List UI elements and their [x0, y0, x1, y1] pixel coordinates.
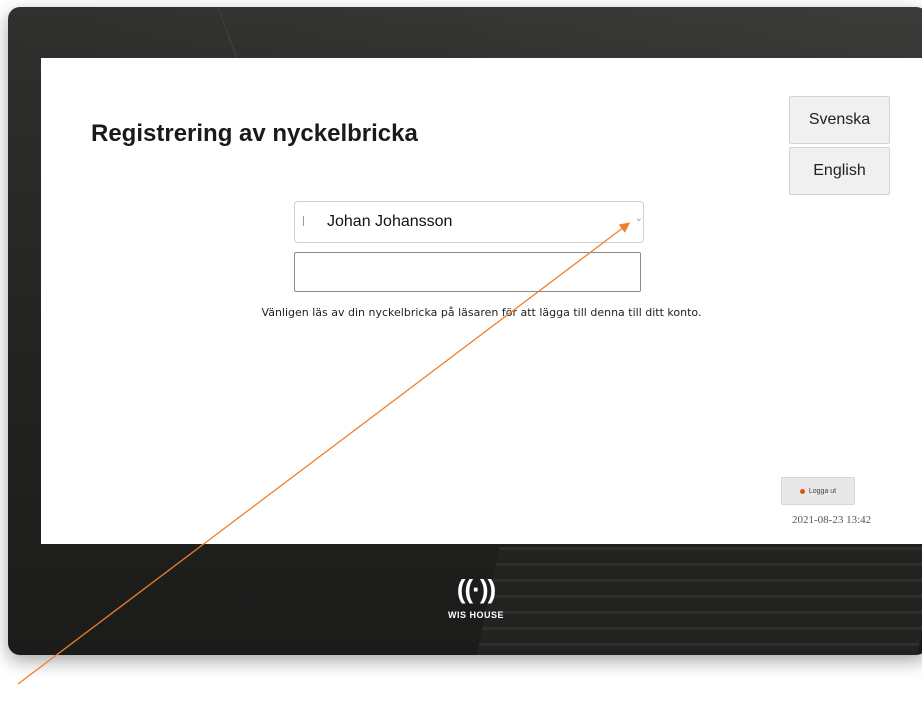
logout-button[interactable]: Logga ut — [781, 477, 855, 505]
background-stairs — [476, 547, 922, 655]
language-svenska-button[interactable]: Svenska — [789, 96, 890, 144]
brand-name: WIS HOUSE — [447, 610, 504, 620]
kiosk-screen: Registrering av nyckelbricka Svenska Eng… — [41, 58, 922, 544]
chevron-down-icon: ⌄ — [634, 213, 643, 224]
timestamp: 2021-08-23 13:42 — [792, 514, 872, 526]
logout-label: Logga ut — [808, 487, 837, 495]
user-select-value: Johan Johansson — [327, 213, 453, 230]
page-title: Registrering av nyckelbricka — [91, 120, 418, 147]
wis-house-logo: ((·)) WIS HOUSE — [436, 574, 516, 650]
language-english-button[interactable]: English — [789, 147, 890, 195]
nfc-wave-icon: ((·)) — [456, 574, 496, 604]
logout-icon — [799, 488, 805, 494]
user-select[interactable]: Johan Johansson ⌄ — [294, 201, 644, 243]
key-tag-input[interactable] — [294, 252, 641, 292]
select-cursor-mark — [303, 216, 304, 226]
instruction-text: Vänligen läs av din nyckelbricka på läsa… — [261, 306, 702, 319]
